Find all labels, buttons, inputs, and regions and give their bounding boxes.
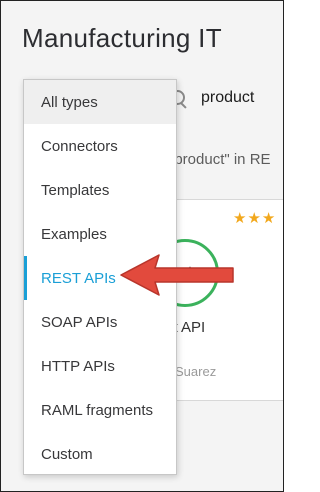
dropdown-item-soap-apis[interactable]: SOAP APIs xyxy=(24,300,176,344)
page-title: Manufacturing IT xyxy=(22,23,222,53)
rating-stars: ★★★ xyxy=(233,210,277,227)
dropdown-item-custom[interactable]: Custom xyxy=(24,432,176,476)
search-bar[interactable]: product xyxy=(167,87,254,109)
dropdown-item-raml-fragments[interactable]: RAML fragments xyxy=(24,388,176,432)
active-indicator xyxy=(24,256,27,300)
dropdown-item-all-types[interactable]: All types xyxy=(24,80,176,124)
dropdown-item-label: REST APIs xyxy=(41,269,116,287)
dropdown-item-connectors[interactable]: Connectors xyxy=(24,124,176,168)
dropdown-item-templates[interactable]: Templates xyxy=(24,168,176,212)
arrow-left-icon xyxy=(120,254,234,296)
results-summary: "product" in RE xyxy=(169,151,271,168)
asset-author: Suarez xyxy=(175,364,217,379)
dropdown-item-examples[interactable]: Examples xyxy=(24,212,176,256)
dropdown-item-http-apis[interactable]: HTTP APIs xyxy=(24,344,176,388)
search-input[interactable]: product xyxy=(201,89,254,107)
app-window: Manufacturing IT product "product" in RE… xyxy=(0,0,284,492)
